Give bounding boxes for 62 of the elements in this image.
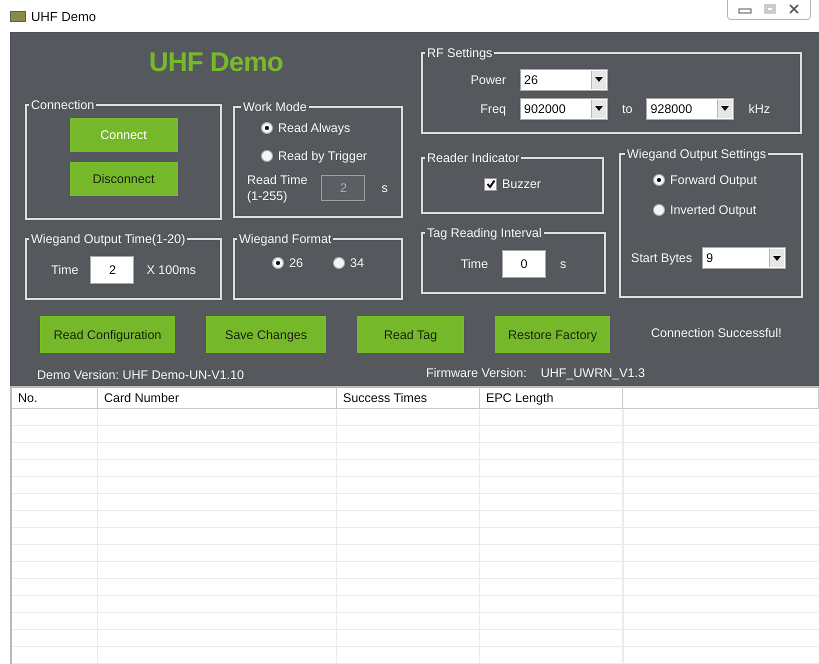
version-text: Demo Version: UHF Demo-UN-V1.10 [37, 368, 246, 382]
action-button[interactable]: Restore Factory [495, 316, 610, 353]
field-label: Read Time [247, 172, 308, 188]
action-button[interactable]: Save Changes [206, 316, 326, 353]
status-text: Connection Successful! [651, 326, 782, 340]
dropdown-arrow-icon [773, 256, 782, 260]
column-header[interactable]: Success Times [337, 388, 480, 408]
group-title: Wiegand Output Time(1-20) [30, 232, 186, 246]
dropdown-arrow-icon [595, 77, 603, 82]
column-header[interactable]: No. [12, 388, 98, 408]
dropdown[interactable]: 928000 [646, 98, 734, 120]
radio-button[interactable] [653, 174, 665, 186]
radio-label: Inverted Output [670, 203, 756, 217]
close-icon[interactable] [788, 4, 800, 14]
dropdown[interactable]: 26 [520, 68, 608, 90]
window-title: UHF Demo [31, 8, 96, 24]
checkbox[interactable] [484, 178, 498, 190]
input-field[interactable]: 0 [502, 250, 546, 278]
field-label: Power [470, 72, 506, 86]
group-title: Wiegand Format [238, 232, 332, 246]
radio-label: Forward Output [670, 173, 757, 187]
radio-button[interactable] [261, 122, 273, 134]
version-label: Firmware Version: [426, 366, 527, 380]
column-header[interactable]: Card Number [98, 388, 337, 408]
field-label: Time [51, 263, 78, 277]
radio-button[interactable] [653, 204, 665, 216]
unit-label: s [381, 181, 388, 195]
unit-label: s [560, 257, 566, 271]
dropdown[interactable]: 9 [702, 247, 786, 269]
group-title: Work Mode [242, 100, 308, 114]
connection-button[interactable]: Disconnect [70, 162, 178, 196]
app-icon [10, 10, 26, 22]
field-label: (1-255) [247, 188, 288, 204]
unit-label: X 100ms [146, 263, 196, 277]
dropdown-arrow-icon [721, 106, 730, 111]
group-title: RF Settings [426, 46, 494, 60]
radio-label: Read Always [278, 121, 350, 135]
radio-label: 34 [350, 256, 364, 270]
radio-button[interactable] [333, 257, 345, 269]
radio-button[interactable] [272, 257, 284, 269]
input-field[interactable]: 2 [90, 256, 134, 284]
action-button[interactable]: Read Tag [357, 316, 464, 353]
group-title: Reader Indicator [426, 151, 520, 165]
radio-button[interactable] [261, 150, 273, 162]
unit-label: kHz [748, 102, 770, 116]
app-heading: UHF Demo [148, 46, 284, 78]
radio-label: 26 [289, 256, 303, 270]
radio-label: Read by Trigger [278, 149, 367, 163]
maximize-icon[interactable] [764, 4, 776, 14]
field-label: Time [460, 257, 488, 271]
group-title: Tag Reading Interval [426, 226, 543, 240]
group-title: Connection [30, 98, 96, 112]
dropdown[interactable]: 902000 [520, 98, 608, 120]
version-text: UHF_UWRN_V1.3 [540, 366, 645, 380]
group-title: Wiegand Output Settings [626, 147, 767, 161]
range-label: to [622, 102, 632, 116]
action-button[interactable]: Read Configuration [40, 316, 175, 353]
field-label: Start Bytes [631, 251, 692, 265]
field-label: Freq [479, 102, 506, 116]
column-header[interactable]: EPC Length [480, 388, 623, 408]
checkbox-label: Buzzer [502, 177, 541, 191]
dropdown-arrow-icon [595, 106, 603, 111]
